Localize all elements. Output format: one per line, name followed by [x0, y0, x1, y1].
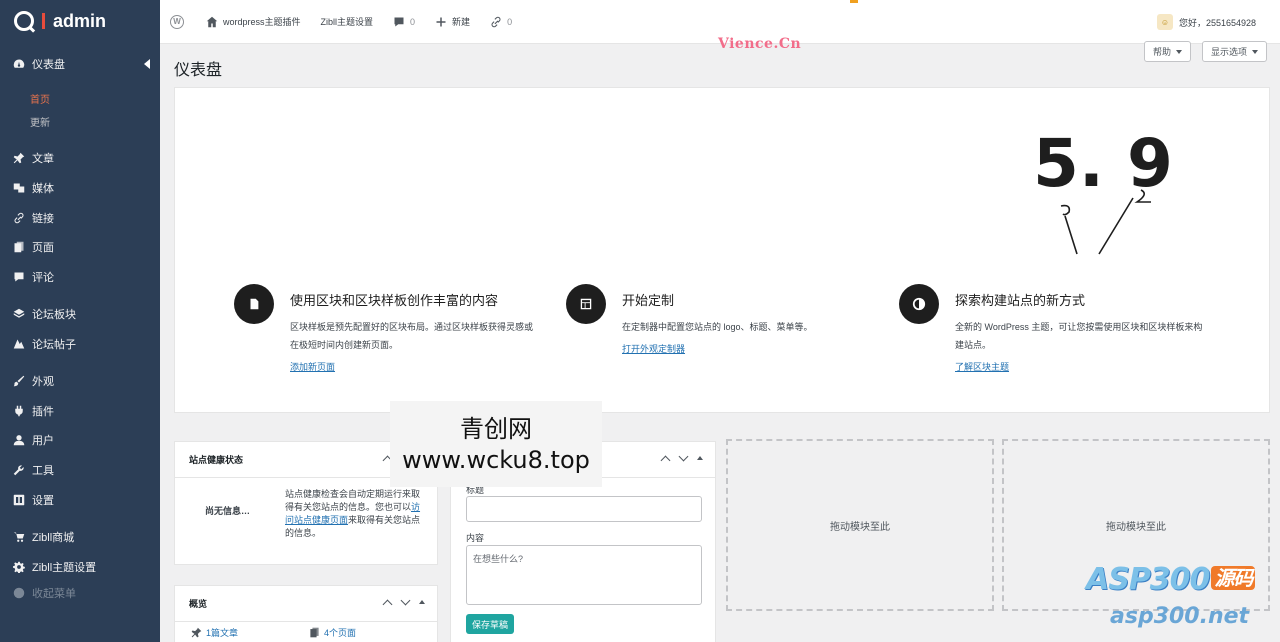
caret-down-icon	[1176, 49, 1183, 54]
sidebar-item-zibll-settings[interactable]: Zibll主题设置	[0, 555, 160, 579]
widget-title: 概览	[189, 599, 208, 609]
appearance-icon	[12, 374, 26, 388]
watermark-overlay: 青创网 www.wcku8.top	[390, 401, 602, 487]
sidebar-item-forum-sections[interactable]: 论坛板块	[0, 302, 160, 326]
link-icon	[491, 16, 501, 27]
draft-content-placeholder: 在想些什么?	[473, 554, 524, 564]
save-draft-button[interactable]: 保存草稿	[466, 614, 514, 634]
post-icon	[12, 337, 26, 351]
toggle-panel-icon[interactable]	[419, 600, 425, 604]
screen-options-button[interactable]: 显示选项	[1202, 41, 1268, 62]
move-up-icon[interactable]	[661, 454, 669, 462]
draft-content-label: 内容	[466, 533, 485, 543]
health-status-text: 尚无信息…	[205, 506, 251, 516]
settings-icon	[12, 493, 26, 507]
move-down-icon[interactable]	[401, 598, 409, 606]
toolbar-zibll-settings[interactable]: Zibll主题设置	[321, 15, 374, 28]
widget-title: 站点健康状态	[189, 455, 244, 465]
sidebar-item-plugins[interactable]: 插件	[0, 399, 160, 423]
pages-count-link[interactable]: 4个页面	[309, 626, 356, 639]
sidebar-item-pages[interactable]: 页面	[0, 235, 160, 259]
home-icon	[206, 16, 218, 27]
collapse-icon	[12, 586, 26, 600]
sidebar-sub-updates[interactable]: 更新	[30, 114, 50, 129]
forum-icon	[12, 307, 26, 321]
toolbar-new[interactable]: 新建	[435, 15, 470, 28]
watermark-text: Vience.Cn	[718, 36, 802, 52]
sidebar-sub-home[interactable]: 首页	[30, 91, 50, 106]
welcome-column-title: 开始定制	[622, 293, 675, 308]
watermark-line-1: 青创网	[460, 415, 532, 443]
sidebar-item-forum-posts[interactable]: 论坛帖子	[0, 332, 160, 356]
learn-block-themes-link[interactable]: 了解区块主题	[955, 360, 1009, 373]
dashboard-icon	[12, 57, 26, 71]
pin-icon	[191, 627, 202, 638]
page-title: 仪表盘	[174, 62, 223, 79]
move-up-icon[interactable]	[383, 598, 391, 606]
wordpress-logo-icon[interactable]: W	[170, 14, 184, 29]
sidebar-item-appearance[interactable]: 外观	[0, 369, 160, 393]
posts-count-link[interactable]: 1篇文章	[191, 626, 238, 639]
pin-icon	[12, 151, 26, 165]
brand-logo[interactable]: admin	[0, 0, 160, 42]
welcome-column-text: 区块样板是预先配置好的区块布局。通过区块样板获得灵感或在极短时间内创建新页面。	[290, 322, 534, 350]
move-down-icon[interactable]	[679, 454, 687, 462]
drop-zone-column-3[interactable]: 拖动模块至此	[726, 439, 994, 611]
open-customizer-link[interactable]: 打开外观定制器	[622, 342, 685, 355]
page-icon	[12, 240, 26, 254]
logo-icon	[14, 11, 34, 31]
sidebar-item-media[interactable]: 媒体	[0, 176, 160, 200]
media-icon	[12, 181, 26, 195]
welcome-panel: 5. 9 使用区块和区块样板创作丰富的内容 区块样板是预先配置好的区块布局。通过…	[174, 87, 1270, 413]
sidebar-collapse-menu[interactable]: 收起菜单	[0, 581, 160, 605]
page-icon	[310, 627, 319, 638]
version-number: 5. 9	[1033, 125, 1173, 202]
document-icon	[234, 284, 274, 324]
sidebar-item-tools[interactable]: 工具	[0, 458, 160, 482]
asp300-watermark: ASP300 源码	[1086, 562, 1256, 597]
sidebar-item-dashboard[interactable]: 仪表盘	[0, 52, 160, 76]
toggle-panel-icon[interactable]	[697, 456, 703, 460]
gear-icon	[12, 560, 26, 574]
tool-icon	[12, 463, 26, 477]
plus-icon	[436, 17, 446, 26]
welcome-column-text: 在定制器中配置您站点的 logo、标题、菜单等。	[622, 322, 813, 332]
comment-icon	[394, 17, 404, 26]
toolbar-comments[interactable]: 0	[393, 16, 415, 28]
admin-sidebar: admin 仪表盘 首页 更新 文章 媒体 链接 页面 评论 论坛板块 论坛帖子…	[0, 0, 160, 642]
sidebar-item-posts[interactable]: 文章	[0, 146, 160, 170]
caret-down-icon	[1252, 49, 1259, 54]
draft-title-input[interactable]	[466, 496, 702, 522]
version-graphic: 5. 9	[1033, 125, 1173, 255]
avatar: ☺	[1156, 14, 1173, 30]
at-a-glance-widget: 概览 1篇文章 4个页面	[174, 585, 438, 642]
contrast-icon	[899, 284, 939, 324]
toolbar-user-account[interactable]: ☺ 您好，2551654928	[1156, 14, 1256, 30]
comment-icon	[12, 270, 26, 284]
asp300-domain-watermark: asp300.net	[1110, 604, 1250, 629]
plugin-icon	[12, 404, 26, 418]
help-button[interactable]: 帮助	[1144, 41, 1192, 62]
toolbar-site-name[interactable]: wordpress主题插件	[206, 15, 301, 28]
cart-icon	[12, 530, 26, 544]
sidebar-item-settings[interactable]: 设置	[0, 488, 160, 512]
sidebar-item-zibll-shop[interactable]: Zibll商城	[0, 525, 160, 549]
brand-name: admin	[53, 10, 107, 31]
user-icon	[12, 433, 26, 447]
layout-icon	[566, 284, 606, 324]
collapse-arrow-icon[interactable]	[144, 59, 150, 69]
welcome-column-title: 探索构建站点的新方式	[955, 293, 1086, 308]
add-new-page-link[interactable]: 添加新页面	[290, 360, 335, 373]
toolbar-links[interactable]: 0	[490, 16, 512, 28]
welcome-column-text: 全新的 WordPress 主题，可让您按需使用区块和区块样板来构建站点。	[955, 322, 1203, 350]
health-description: 站点健康检查会自动定期运行来取得有关您站点的信息。您也可以访问站点健康页面来取得…	[285, 489, 421, 538]
sidebar-item-users[interactable]: 用户	[0, 428, 160, 452]
welcome-column-title: 使用区块和区块样板创作丰富的内容	[290, 293, 499, 308]
sidebar-item-links[interactable]: 链接	[0, 206, 160, 230]
draft-content-textarea[interactable]: 在想些什么?	[466, 545, 702, 605]
watermark-line-2: www.wcku8.top	[402, 446, 590, 474]
link-icon	[12, 211, 26, 225]
sidebar-item-comments[interactable]: 评论	[0, 265, 160, 289]
